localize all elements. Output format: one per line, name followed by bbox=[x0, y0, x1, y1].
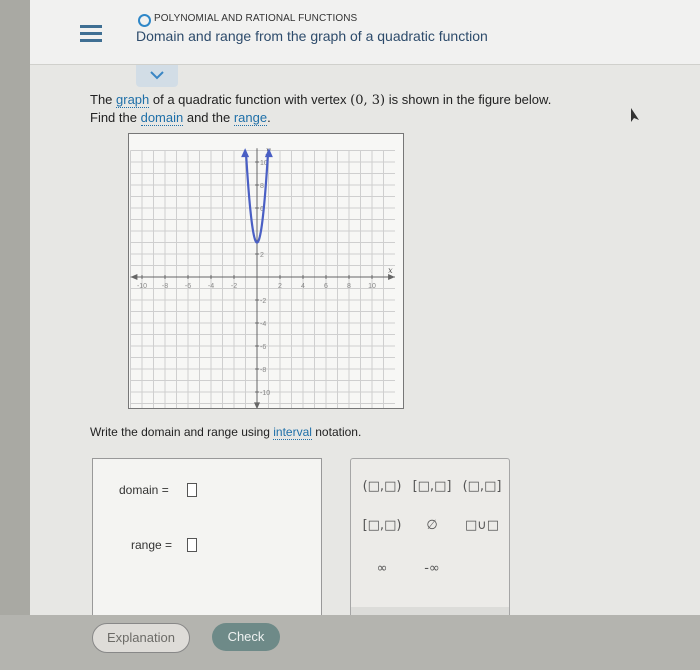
question-text-part: and the bbox=[183, 110, 234, 125]
key-open-open[interactable]: (□,□) bbox=[357, 479, 407, 494]
instruction-text: Write the domain and range using interva… bbox=[90, 425, 362, 440]
notation-keypad: (□,□) [□,□] (□,□] [□,□) ∅ □∪□ ∞ -∞ bbox=[350, 458, 510, 620]
interval-link[interactable]: interval bbox=[273, 425, 312, 440]
graph-link[interactable]: graph bbox=[116, 92, 150, 108]
question-text-part: of a quadratic function with vertex bbox=[149, 92, 351, 107]
range-link[interactable]: range bbox=[233, 110, 268, 126]
question-panel: The graph of a quadratic function with v… bbox=[30, 65, 700, 620]
explanation-button[interactable]: Explanation bbox=[92, 623, 190, 653]
domain-label: domain = bbox=[119, 483, 169, 497]
check-button[interactable]: Check bbox=[212, 623, 280, 651]
key-open-closed[interactable]: (□,□] bbox=[457, 479, 507, 494]
key-union[interactable]: □∪□ bbox=[457, 518, 507, 533]
menu-icon[interactable] bbox=[80, 25, 102, 43]
y-tick-label: -4 bbox=[260, 321, 266, 328]
question-text-part: The bbox=[90, 92, 117, 107]
page-title: Domain and range from the graph of a qua… bbox=[136, 28, 488, 44]
question-text-part: Find the bbox=[90, 110, 141, 125]
key-infinity[interactable]: ∞ bbox=[357, 561, 407, 576]
range-input[interactable] bbox=[187, 538, 197, 552]
x-tick-label: 6 bbox=[324, 283, 328, 290]
vertex-value: (0, 3) bbox=[350, 93, 386, 108]
topic-label: POLYNOMIAL AND RATIONAL FUNCTIONS bbox=[154, 13, 358, 24]
x-tick-label: -6 bbox=[185, 283, 191, 290]
x-tick-label: -10 bbox=[137, 283, 147, 290]
key-empty-set[interactable]: ∅ bbox=[407, 518, 457, 533]
header-bar: POLYNOMIAL AND RATIONAL FUNCTIONS Domain… bbox=[30, 0, 700, 65]
parabola-arrow-left bbox=[241, 148, 250, 158]
key-closed-closed[interactable]: [□,□] bbox=[407, 479, 457, 494]
x-axis-label: x bbox=[388, 266, 393, 275]
y-tick-label: -6 bbox=[260, 344, 266, 351]
graph-box: xy-10-8-6-4-224681010862-2-4-6-8-10 bbox=[128, 133, 404, 410]
x-tick-label: -4 bbox=[208, 283, 214, 290]
range-label: range = bbox=[131, 538, 173, 552]
y-tick-label: -2 bbox=[260, 298, 266, 305]
x-tick-label: 4 bbox=[301, 283, 305, 290]
x-tick-label: -2 bbox=[231, 283, 237, 290]
x-tick-label: 10 bbox=[368, 283, 376, 290]
y-tick-label: -10 bbox=[260, 390, 270, 397]
domain-link[interactable]: domain bbox=[140, 110, 184, 126]
quadratic-graph: xy-10-8-6-4-224681010862-2-4-6-8-10 bbox=[130, 146, 395, 410]
y-tick-label: -8 bbox=[260, 367, 266, 374]
question-text-part: . bbox=[267, 110, 271, 125]
collapse-tab[interactable] bbox=[136, 65, 178, 87]
y-axis-arrow-down bbox=[254, 402, 260, 410]
chevron-down-icon bbox=[150, 71, 164, 80]
x-tick-label: 8 bbox=[347, 283, 351, 290]
answer-box: domain = range = bbox=[92, 458, 322, 620]
question-text: The graph of a quadratic function with v… bbox=[90, 91, 551, 126]
topic-status-icon bbox=[138, 14, 151, 27]
question-text-part: is shown in the figure below. bbox=[385, 92, 552, 107]
mouse-cursor-icon bbox=[631, 108, 639, 122]
x-tick-label: 2 bbox=[278, 283, 282, 290]
x-axis-arrow-left bbox=[130, 274, 138, 280]
domain-input[interactable] bbox=[187, 483, 197, 497]
instruction-part: notation. bbox=[311, 425, 362, 439]
y-tick-label: 2 bbox=[260, 252, 264, 259]
key-closed-open[interactable]: [□,□) bbox=[357, 518, 407, 533]
instruction-part: Write the domain and range using bbox=[90, 425, 274, 439]
key-negative-infinity[interactable]: -∞ bbox=[407, 561, 457, 576]
y-tick-label: 8 bbox=[260, 183, 264, 190]
x-tick-label: -8 bbox=[162, 283, 168, 290]
